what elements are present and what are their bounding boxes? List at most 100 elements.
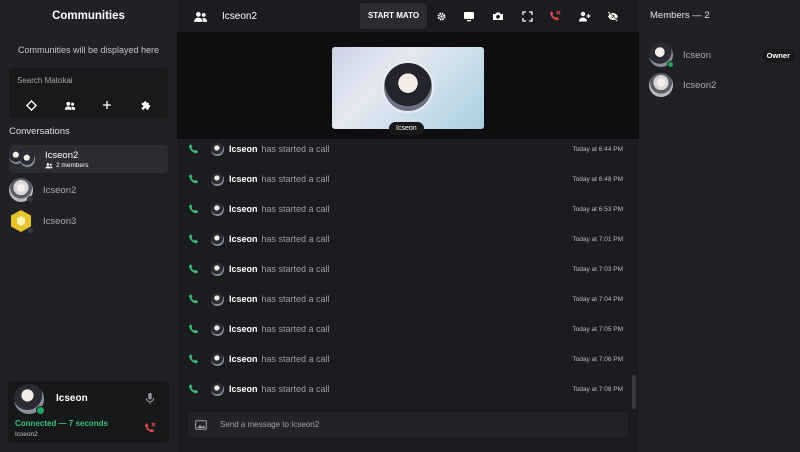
puzzle-icon[interactable] <box>137 97 153 113</box>
attach-image-icon[interactable] <box>194 418 208 432</box>
author-avatar[interactable] <box>211 322 224 336</box>
author-avatar[interactable] <box>211 292 224 306</box>
participant-avatar <box>382 61 434 113</box>
member-avatar <box>649 73 673 97</box>
group-icon <box>193 10 208 23</box>
message-row: Icseon has started a call Today at 6:53 PM <box>187 201 623 217</box>
connected-room: Icseon2 <box>15 431 38 438</box>
fullscreen-icon[interactable] <box>520 9 534 23</box>
message-timestamp: Today at 6:44 PM <box>572 145 623 153</box>
hang-up-icon[interactable] <box>548 9 562 23</box>
message-author[interactable]: Icseon <box>229 144 258 154</box>
phone-icon <box>187 293 200 306</box>
member-item-icseon[interactable]: Icseon Owner <box>649 42 795 68</box>
message-author[interactable]: Icseon <box>229 174 258 184</box>
message-text: has started a call <box>261 264 330 274</box>
message-timestamp: Today at 6:53 PM <box>572 205 623 213</box>
phone-icon <box>187 383 200 396</box>
message-author[interactable]: Icseon <box>229 324 258 334</box>
search-panel <box>9 68 168 118</box>
conversation-item-icseon3[interactable]: Icseon3 <box>9 207 168 235</box>
message-timestamp: Today at 7:04 PM <box>572 295 623 303</box>
search-input[interactable] <box>17 74 157 87</box>
message-text: has started a call <box>261 384 330 394</box>
member-avatar <box>649 43 674 68</box>
avatar <box>9 178 34 203</box>
message-author[interactable]: Icseon <box>229 354 258 364</box>
conversation-member-count: 2 members <box>45 162 89 169</box>
friends-icon[interactable] <box>62 97 78 113</box>
author-avatar[interactable] <box>211 262 224 276</box>
phone-icon <box>187 353 200 366</box>
message-row: Icseon has started a call Today at 7:03 PM <box>187 261 623 277</box>
message-author[interactable]: Icseon <box>229 264 258 274</box>
message-text: has started a call <box>261 144 330 154</box>
message-input[interactable] <box>220 420 610 429</box>
members-panel: Members — 2 Icseon Owner Icseon2 <box>639 0 800 452</box>
message-row: Icseon has started a call Today at 7:06 PM <box>187 351 623 367</box>
add-user-icon[interactable] <box>577 9 591 23</box>
camera-icon[interactable] <box>491 9 505 23</box>
message-author[interactable]: Icseon <box>229 294 258 304</box>
message-text: has started a call <box>261 204 330 214</box>
communities-title: Communities <box>52 10 125 22</box>
author-avatar[interactable] <box>211 172 224 186</box>
communities-empty-text: Communities will be displayed here <box>17 45 160 55</box>
author-avatar[interactable] <box>211 352 224 366</box>
message-timestamp: Today at 7:08 PM <box>572 385 623 393</box>
participant-name-tag: Icseon <box>389 122 424 135</box>
conversation-name: Icseon2 <box>43 184 77 196</box>
author-avatar[interactable] <box>211 202 224 216</box>
user-name: Icseon <box>56 393 88 404</box>
phone-icon <box>187 143 200 156</box>
disconnect-call-icon[interactable] <box>143 421 157 435</box>
user-avatar[interactable] <box>14 384 45 415</box>
message-timestamp: Today at 7:05 PM <box>572 325 623 333</box>
quick-actions <box>9 97 168 113</box>
settings-icon[interactable] <box>434 9 448 23</box>
conversation-view: Icseon2 START MATO Icseon Icseon has star… <box>177 0 639 452</box>
start-mato-button[interactable]: START MATO <box>360 3 427 29</box>
message-scrollbar[interactable] <box>632 375 636 409</box>
phone-icon <box>187 173 200 186</box>
author-avatar[interactable] <box>211 232 224 246</box>
microphone-icon[interactable] <box>143 391 157 405</box>
message-text: has started a call <box>261 324 330 334</box>
message-row: Icseon has started a call Today at 6:44 PM <box>187 141 623 157</box>
conversation-header: Icseon2 START MATO <box>177 0 639 32</box>
message-timestamp: Today at 7:03 PM <box>572 265 623 273</box>
message-timestamp: Today at 7:06 PM <box>572 355 623 363</box>
hide-icon[interactable] <box>606 9 620 23</box>
phone-icon <box>187 233 200 246</box>
message-row: Icseon has started a call Today at 7:05 PM <box>187 321 623 337</box>
message-text: has started a call <box>261 174 330 184</box>
tag-icon[interactable] <box>24 97 40 113</box>
members-icon <box>45 162 53 168</box>
phone-icon <box>187 203 200 216</box>
member-item-icseon2[interactable]: Icseon2 <box>649 72 795 98</box>
message-row: Icseon has started a call Today at 7:04 PM <box>187 291 623 307</box>
message-composer <box>188 412 628 437</box>
message-author[interactable]: Icseon <box>229 384 258 394</box>
conversation-name: Icseon2 <box>45 149 79 161</box>
conversation-item-icseon2[interactable]: Icseon2 <box>9 176 168 204</box>
author-avatar[interactable] <box>211 382 224 396</box>
group-avatar <box>9 149 35 169</box>
owner-badge: Owner <box>761 48 795 62</box>
user-panel: Icseon Connected — 7 seconds Icseon2 <box>8 381 169 443</box>
phone-icon <box>187 263 200 276</box>
message-author[interactable]: Icseon <box>229 234 258 244</box>
message-text: has started a call <box>261 294 330 304</box>
message-row: Icseon has started a call Today at 7:01 PM <box>187 231 623 247</box>
author-avatar[interactable] <box>211 142 224 156</box>
message-author[interactable]: Icseon <box>229 204 258 214</box>
screen-share-icon[interactable] <box>462 9 476 23</box>
message-list: Icseon has started a call Today at 6:44 PM… <box>177 139 639 409</box>
conversation-name: Icseon3 <box>43 215 77 227</box>
phone-icon <box>187 323 200 336</box>
connection-status: Connected — 7 seconds <box>15 419 108 428</box>
participant-tile[interactable] <box>332 47 484 129</box>
message-timestamp: Today at 6:48 PM <box>572 175 623 183</box>
plus-icon[interactable] <box>99 97 115 113</box>
conversation-item-icseon2-group[interactable]: Icseon2 2 members <box>9 145 168 173</box>
